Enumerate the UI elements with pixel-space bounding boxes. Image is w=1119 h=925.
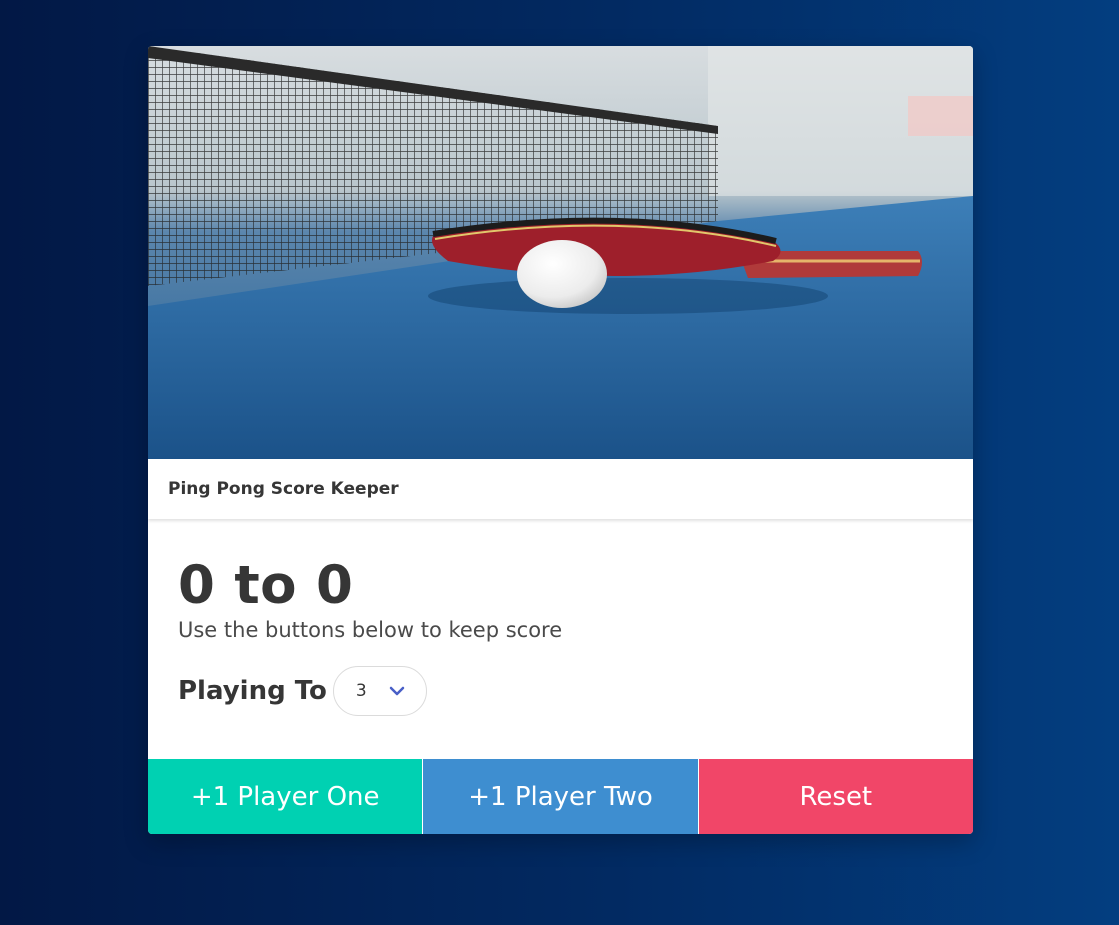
score-keeper-card: Ping Pong Score Keeper 0 to 0 Use the bu… [148,46,973,834]
card-footer: +1 Player One +1 Player Two Reset [148,759,973,834]
player-one-button[interactable]: +1 Player One [148,759,424,834]
playing-to-label: Playing To [178,676,327,706]
score-display: 0 to 0 [178,555,354,616]
playing-to-value: 3 [355,681,367,701]
card-title: Ping Pong Score Keeper [168,479,399,499]
playing-to-row: Playing To 3 [178,666,943,716]
card-header: Ping Pong Score Keeper [148,459,973,519]
score-hint: Use the buttons below to keep score [178,618,563,642]
card-content: 0 to 0 Use the buttons below to keep sco… [148,519,973,759]
reset-button[interactable]: Reset [698,759,973,834]
chevron-down-icon [388,682,406,704]
playing-to-select[interactable]: 3 [332,666,427,716]
player-two-button[interactable]: +1 Player Two [423,759,699,834]
ping-pong-image [148,46,973,459]
